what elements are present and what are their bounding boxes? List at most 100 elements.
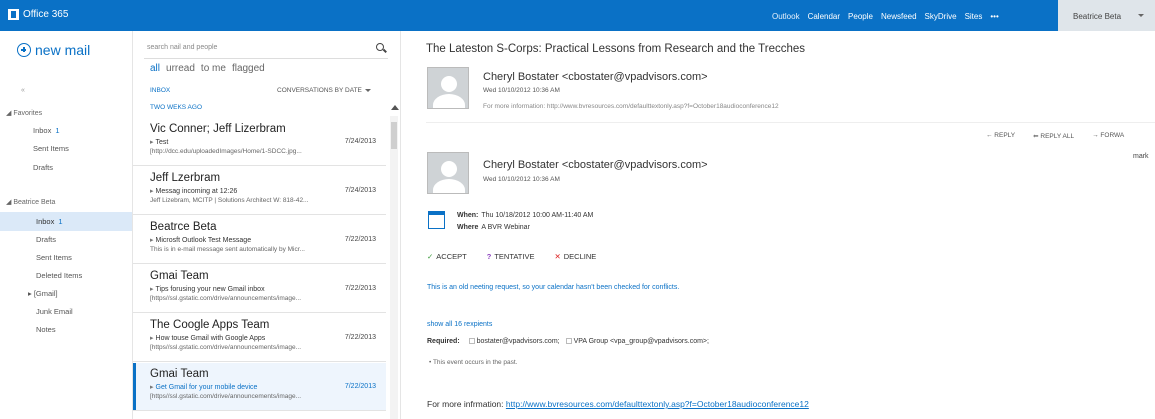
tentative-button[interactable]: ? TENTATIVE: [487, 252, 535, 261]
folder-junk[interactable]: Junk Email: [36, 307, 135, 316]
user-menu[interactable]: Beatrice Beta: [1058, 0, 1155, 31]
message-sender: Gmai Team: [150, 270, 209, 282]
scroll-up-icon[interactable]: [391, 105, 399, 110]
favorites-header[interactable]: ◢ Favorites: [6, 109, 42, 117]
message-sender: Vic Conner; Jeff Lizerbram: [150, 123, 286, 135]
folder-sent-items[interactable]: Sent Items: [36, 253, 135, 262]
fav-inbox[interactable]: Inbox 1: [33, 126, 132, 135]
message-date: 7/22/2013: [344, 236, 376, 243]
filter-flagged[interactable]: flagged: [232, 63, 265, 74]
subject-text: Messag incoming at 12:26: [155, 188, 238, 195]
message-preview: [http://dcc.edu/uploadedImages/Home/1-SD…: [150, 148, 302, 155]
fav-sent-items[interactable]: Sent Items: [33, 144, 132, 153]
reply-all-button[interactable]: ⇚ REPLY ALL: [1033, 132, 1074, 140]
message-sender: Jeff Lzerbram: [150, 172, 221, 184]
sender-name[interactable]: Cheryl Bostater <cbostater@vpadvisors.co…: [483, 71, 708, 83]
filter-all[interactable]: all: [150, 63, 160, 74]
nav-more[interactable]: •••: [990, 12, 998, 21]
folder-drafts[interactable]: Drafts: [36, 235, 135, 244]
folder-inbox[interactable]: Inbox 1: [0, 212, 132, 231]
collapse-icon[interactable]: «: [21, 87, 25, 94]
sort-dropdown[interactable]: CONVERSATIONS BY DATE: [277, 87, 371, 94]
message-snippet: For more information: http://www.bvresou…: [483, 103, 779, 110]
subject-text: How touse Gmail with Google Apps: [155, 335, 266, 342]
accept-button[interactable]: ✓ ACCEPT: [427, 252, 467, 261]
decline-label: DECLINE: [563, 252, 597, 261]
filter-to-me[interactable]: to me: [201, 63, 226, 74]
nav-calendar[interactable]: Calendar: [808, 12, 840, 21]
accept-label: ACCEPT: [436, 252, 467, 261]
message-title: The Lateston S-Corps: Practical Lessons …: [426, 43, 806, 55]
past-event-note: • This event occurs in the past.: [429, 359, 518, 366]
plus-circle-icon: [17, 43, 31, 57]
account-header[interactable]: ◢ Beatrice Beta: [6, 198, 55, 206]
calendar-icon: [428, 211, 445, 229]
nav-skydrive[interactable]: SkyDrive: [925, 12, 957, 21]
list-item[interactable]: Vic Conner; Jeff Lizerbram ▸ Test 7/24/20…: [133, 118, 386, 166]
filter-bar: all urread to me flagged: [150, 63, 265, 74]
message-date: 7/24/2013: [344, 187, 376, 194]
attendee[interactable]: VPA Group <vpa_group@vpadvisors.com>;: [574, 338, 709, 345]
scrollbar[interactable]: [390, 116, 398, 419]
list-item[interactable]: The Coogle Apps Team ▸ How touse Gmail wi…: [133, 314, 386, 362]
message-preview: Jeff Lizebram, MCITP | Solutions Archite…: [150, 197, 309, 204]
forward-button[interactable]: → FORWA: [1092, 132, 1124, 140]
nav-people[interactable]: People: [848, 12, 873, 21]
chevron-down-icon: [1138, 14, 1144, 17]
folder-pane: new mail « ◢ Favorites Inbox 1 Sent Items…: [0, 31, 133, 419]
message-date: 7/22/2013: [344, 334, 376, 341]
reply-button[interactable]: ← REPLY: [986, 132, 1015, 140]
conflict-notice: This is an old neeting request, so your …: [427, 284, 680, 291]
search-icon[interactable]: [376, 43, 384, 51]
required-attendees: Required: bostater@vpadvisors.com; VPA G…: [427, 338, 709, 345]
sender-name[interactable]: Cheryl Bostater <cbostater@vpadvisors.co…: [483, 159, 708, 171]
mark-button[interactable]: mark: [1133, 153, 1149, 160]
more-info-link[interactable]: http://www.bvresources.com/defaulttexton…: [506, 399, 809, 409]
new-mail-button[interactable]: new mail: [17, 42, 90, 58]
avatar[interactable]: [427, 152, 469, 194]
avatar[interactable]: [427, 67, 469, 109]
folder-label: INBOX: [150, 87, 171, 94]
message-list: search nail and people all urread to me …: [133, 31, 400, 419]
message-subject: ▸ Get Gmail for your mobile device: [150, 384, 258, 391]
meeting-where: Where A BVR Webinar: [457, 224, 530, 231]
nav-newsfeed[interactable]: Newsfeed: [881, 12, 917, 21]
office365-logo[interactable]: Office 365: [8, 9, 68, 20]
list-item[interactable]: Beatrce Beta ▸ Microsft Outlook Test Mess…: [133, 216, 386, 264]
nav-outlook[interactable]: Outlook: [772, 12, 800, 21]
decline-button[interactable]: ✕ DECLINE: [554, 252, 596, 261]
attendee[interactable]: bostater@vpadvisors.com;: [477, 338, 560, 345]
required-label: Required:: [427, 338, 460, 345]
message-date: 7/22/2013: [344, 285, 376, 292]
message-subject: ▸ Microsft Outlook Test Message: [150, 237, 252, 244]
sent-date: Wed 10/10/2012 10:36 AM: [483, 87, 560, 94]
folder-gmail[interactable]: ▸ [Gmail]: [28, 289, 127, 298]
search-box[interactable]: search nail and people: [144, 39, 388, 59]
folder-deleted-items[interactable]: Deleted Items: [36, 271, 135, 280]
list-item[interactable]: Jeff Lzerbram ▸ Messag incoming at 12:26 …: [133, 167, 386, 215]
message-sender: Beatrce Beta: [150, 221, 217, 233]
list-item[interactable]: Gmai Team ▸ Tips forusing your new Gmail …: [133, 265, 386, 313]
chevron-down-icon: [364, 88, 371, 92]
unread-count: 1: [55, 126, 60, 135]
inbox-label: Inbox: [36, 217, 55, 226]
search-input[interactable]: search nail and people: [147, 44, 217, 51]
show-all-recipients-link[interactable]: show all 16 rexpients: [427, 321, 492, 328]
attendee-icon: [468, 338, 475, 344]
filter-unread[interactable]: urread: [166, 63, 195, 74]
list-item-selected[interactable]: Gmai Team ▸ Get Gmail for your mobile dev…: [133, 363, 386, 411]
message-subject: ▸ Test: [150, 139, 169, 146]
meeting-when: When: Thu 10/18/2012 10:00 AM-11:40 AM: [457, 212, 593, 219]
nav-sites[interactable]: Sites: [965, 12, 983, 21]
scroll-thumb[interactable]: [391, 122, 397, 149]
message-date: 7/24/2013: [344, 138, 376, 145]
message-preview: [https//ssl.gstatic.com/drive/announceme…: [150, 344, 302, 351]
when-value: Thu 10/18/2012 10:00 AM-11:40 AM: [481, 212, 594, 219]
folder-notes[interactable]: Notes: [36, 325, 135, 334]
attendee-icon: [565, 338, 572, 344]
fav-drafts[interactable]: Drafts: [33, 163, 132, 172]
top-bar: Office 365 Outlook Calendar People Newsf…: [0, 0, 1155, 31]
new-mail-label: new mail: [35, 42, 91, 58]
more-info: For more infrmation: http://www.bvresour…: [427, 399, 809, 409]
user-name: Beatrice Beta: [1073, 12, 1122, 21]
